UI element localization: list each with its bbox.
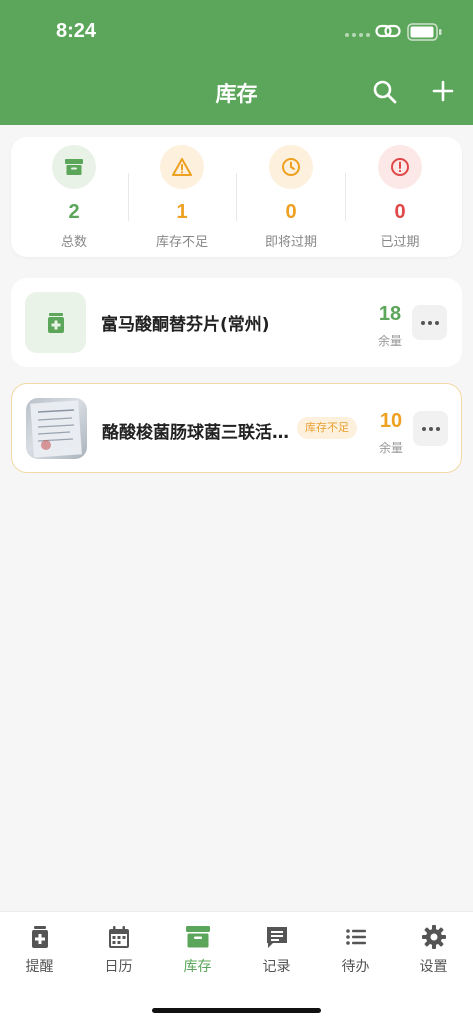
tab-label: 日历: [104, 959, 133, 975]
clock-icon: [282, 158, 300, 176]
warning-icon: [172, 158, 192, 176]
list-icon: [346, 929, 366, 945]
stats-card: 2 总数 1 库存不足 0 即将过期 0 已过期: [11, 137, 462, 257]
stat-low-stock-circle: [160, 145, 204, 189]
document-photo-image: [30, 400, 82, 458]
status-time: 8:24: [56, 20, 97, 42]
page-title: 库存: [215, 82, 258, 106]
stat-expired[interactable]: 0 已过期: [337, 137, 446, 257]
message-icon: [267, 927, 287, 948]
gear-icon: [422, 925, 446, 949]
tab-label: 提醒: [25, 959, 54, 975]
calendar-icon: [109, 926, 129, 948]
alert-circle-icon: [391, 158, 409, 176]
inventory-item[interactable]: 富马酸酮替芬片(常州) 18 余量: [11, 278, 462, 367]
stat-expiring-value: 0: [285, 201, 297, 223]
stat-low-stock-value: 1: [176, 201, 188, 223]
stat-total[interactable]: 2 总数: [11, 137, 120, 257]
more-options-button[interactable]: [412, 305, 447, 340]
archive-icon: [186, 926, 210, 948]
stat-expired-value: 0: [394, 201, 406, 223]
tab-label: 设置: [419, 959, 448, 975]
item-quantity: 18: [378, 303, 402, 325]
stat-total-circle: [52, 145, 96, 189]
signal-icon: [345, 33, 370, 37]
tab-records[interactable]: 记录: [237, 912, 316, 982]
item-quantity: 10: [379, 410, 403, 432]
tab-label: 记录: [262, 959, 291, 975]
medicine-icon: [32, 926, 48, 948]
stat-expired-label: 已过期: [380, 235, 420, 250]
item-quantity-label: 余量: [378, 441, 403, 455]
item-quantity-label: 余量: [377, 334, 402, 348]
tab-label: 库存: [183, 959, 212, 975]
tab-todo[interactable]: 待办: [316, 912, 395, 982]
stat-low-stock-label: 库存不足: [155, 235, 208, 250]
archive-icon: [65, 159, 83, 175]
inventory-item[interactable]: 酪酸梭菌肠球菌三联活菌片 库存不足 10 余量: [11, 383, 462, 473]
item-name: 富马酸酮替芬片(常州): [101, 315, 270, 335]
home-indicator[interactable]: [152, 1008, 321, 1013]
medicine-bottle-icon: [47, 312, 64, 333]
tab-settings[interactable]: 设置: [394, 912, 473, 982]
link-icon: [375, 24, 401, 38]
tab-inventory[interactable]: 库存: [158, 912, 237, 982]
tab-reminder[interactable]: 提醒: [0, 912, 79, 982]
stat-expiring-label: 即将过期: [264, 235, 317, 250]
tab-label: 待办: [341, 959, 370, 975]
item-photo: [26, 398, 87, 459]
search-icon[interactable]: [372, 79, 398, 105]
tab-calendar[interactable]: 日历: [79, 912, 158, 982]
add-icon[interactable]: [431, 79, 455, 103]
stat-expiring-circle: [269, 145, 313, 189]
low-stock-badge: 库存不足: [297, 417, 357, 439]
stat-expired-circle: [378, 145, 422, 189]
more-options-button[interactable]: [413, 411, 448, 446]
stat-low-stock[interactable]: 1 库存不足: [119, 137, 228, 257]
battery-icon: [407, 23, 442, 41]
item-name: 酪酸梭菌肠球菌三联活菌片: [102, 423, 292, 443]
item-thumbnail: [25, 292, 86, 353]
header: 8:24 库存: [0, 0, 473, 125]
stat-expiring[interactable]: 0 即将过期: [228, 137, 337, 257]
